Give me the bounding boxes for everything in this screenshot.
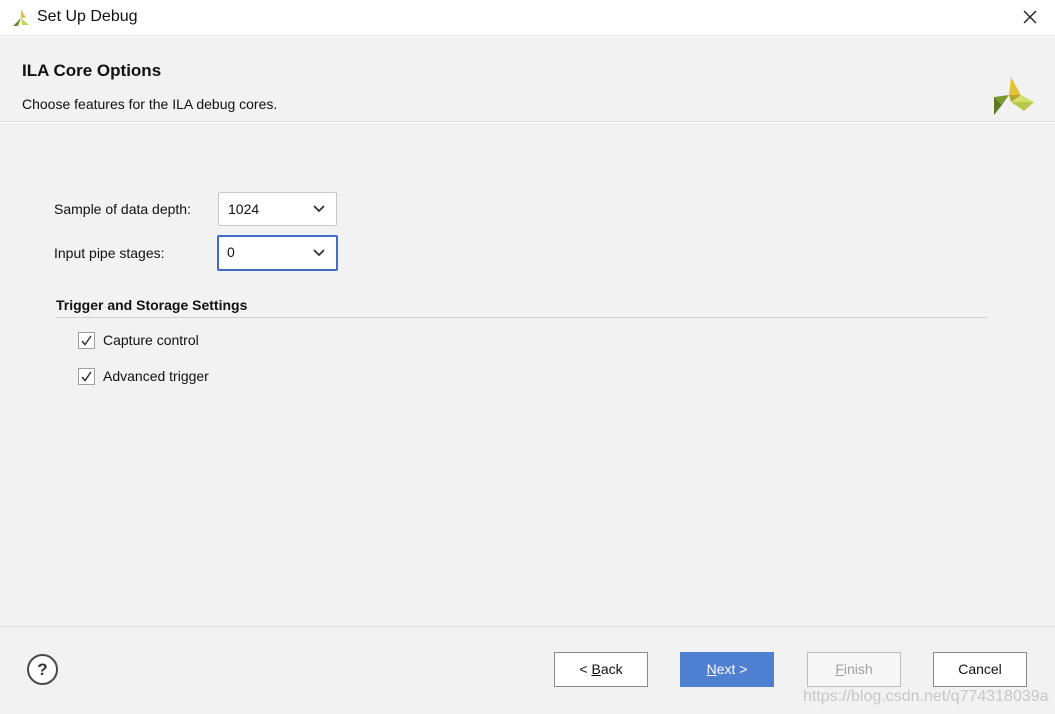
wizard-content: Sample of data depth: 1024 Input pipe st…: [0, 123, 1055, 626]
capture-control-checkbox[interactable]: [78, 332, 95, 349]
capture-control-label: Capture control: [103, 332, 199, 348]
title-bar: Set Up Debug: [0, 0, 1055, 36]
page-title: ILA Core Options: [22, 61, 162, 80]
watermark-text: https://blog.csdn.net/q774318039a: [803, 688, 1049, 705]
pipe-stages-label: Input pipe stages:: [54, 245, 165, 261]
pipe-stages-value: 0: [227, 244, 235, 260]
window-title: Set Up Debug: [37, 8, 138, 25]
back-button[interactable]: < Back: [554, 652, 648, 687]
chevron-down-icon: [313, 205, 325, 213]
pipe-stages-select[interactable]: 0: [217, 235, 338, 271]
section-divider: [56, 317, 987, 318]
capture-control-option[interactable]: Capture control: [78, 331, 238, 351]
data-depth-label: Sample of data depth:: [54, 201, 191, 217]
next-button[interactable]: Next >: [680, 652, 774, 687]
finish-mnemonic: F: [835, 661, 844, 677]
advanced-trigger-option[interactable]: Advanced trigger: [78, 367, 238, 387]
close-icon: [1023, 10, 1037, 24]
chevron-down-icon: [313, 249, 325, 257]
back-prefix: <: [579, 661, 592, 677]
back-label: ack: [600, 661, 623, 677]
data-depth-select[interactable]: 1024: [218, 192, 337, 226]
advanced-trigger-checkbox[interactable]: [78, 368, 95, 385]
wizard-header: ILA Core Options Choose features for the…: [0, 37, 1055, 122]
next-mnemonic: N: [706, 661, 717, 677]
vivado-logo-icon: [13, 9, 29, 26]
checkmark-icon: [81, 371, 92, 382]
page-subtitle: Choose features for the ILA debug cores.: [22, 96, 278, 112]
finish-label: inish: [843, 661, 873, 677]
cancel-button[interactable]: Cancel: [933, 652, 1027, 687]
data-depth-value: 1024: [228, 201, 260, 217]
back-mnemonic: B: [591, 661, 601, 677]
help-button[interactable]: ?: [27, 654, 58, 685]
finish-button[interactable]: Finish: [807, 652, 901, 687]
close-button[interactable]: [1015, 4, 1045, 30]
vivado-brand-logo: [994, 77, 1034, 115]
setup-debug-dialog: Set Up Debug ILA Core Options Choose fea…: [0, 0, 1055, 714]
wizard-footer: ? < Back Next > Finish Cancel https://bl…: [0, 626, 1055, 714]
next-label: ext >: [716, 661, 748, 677]
advanced-trigger-label: Advanced trigger: [103, 368, 209, 384]
trigger-storage-heading: Trigger and Storage Settings: [56, 297, 248, 313]
checkmark-icon: [81, 335, 92, 346]
